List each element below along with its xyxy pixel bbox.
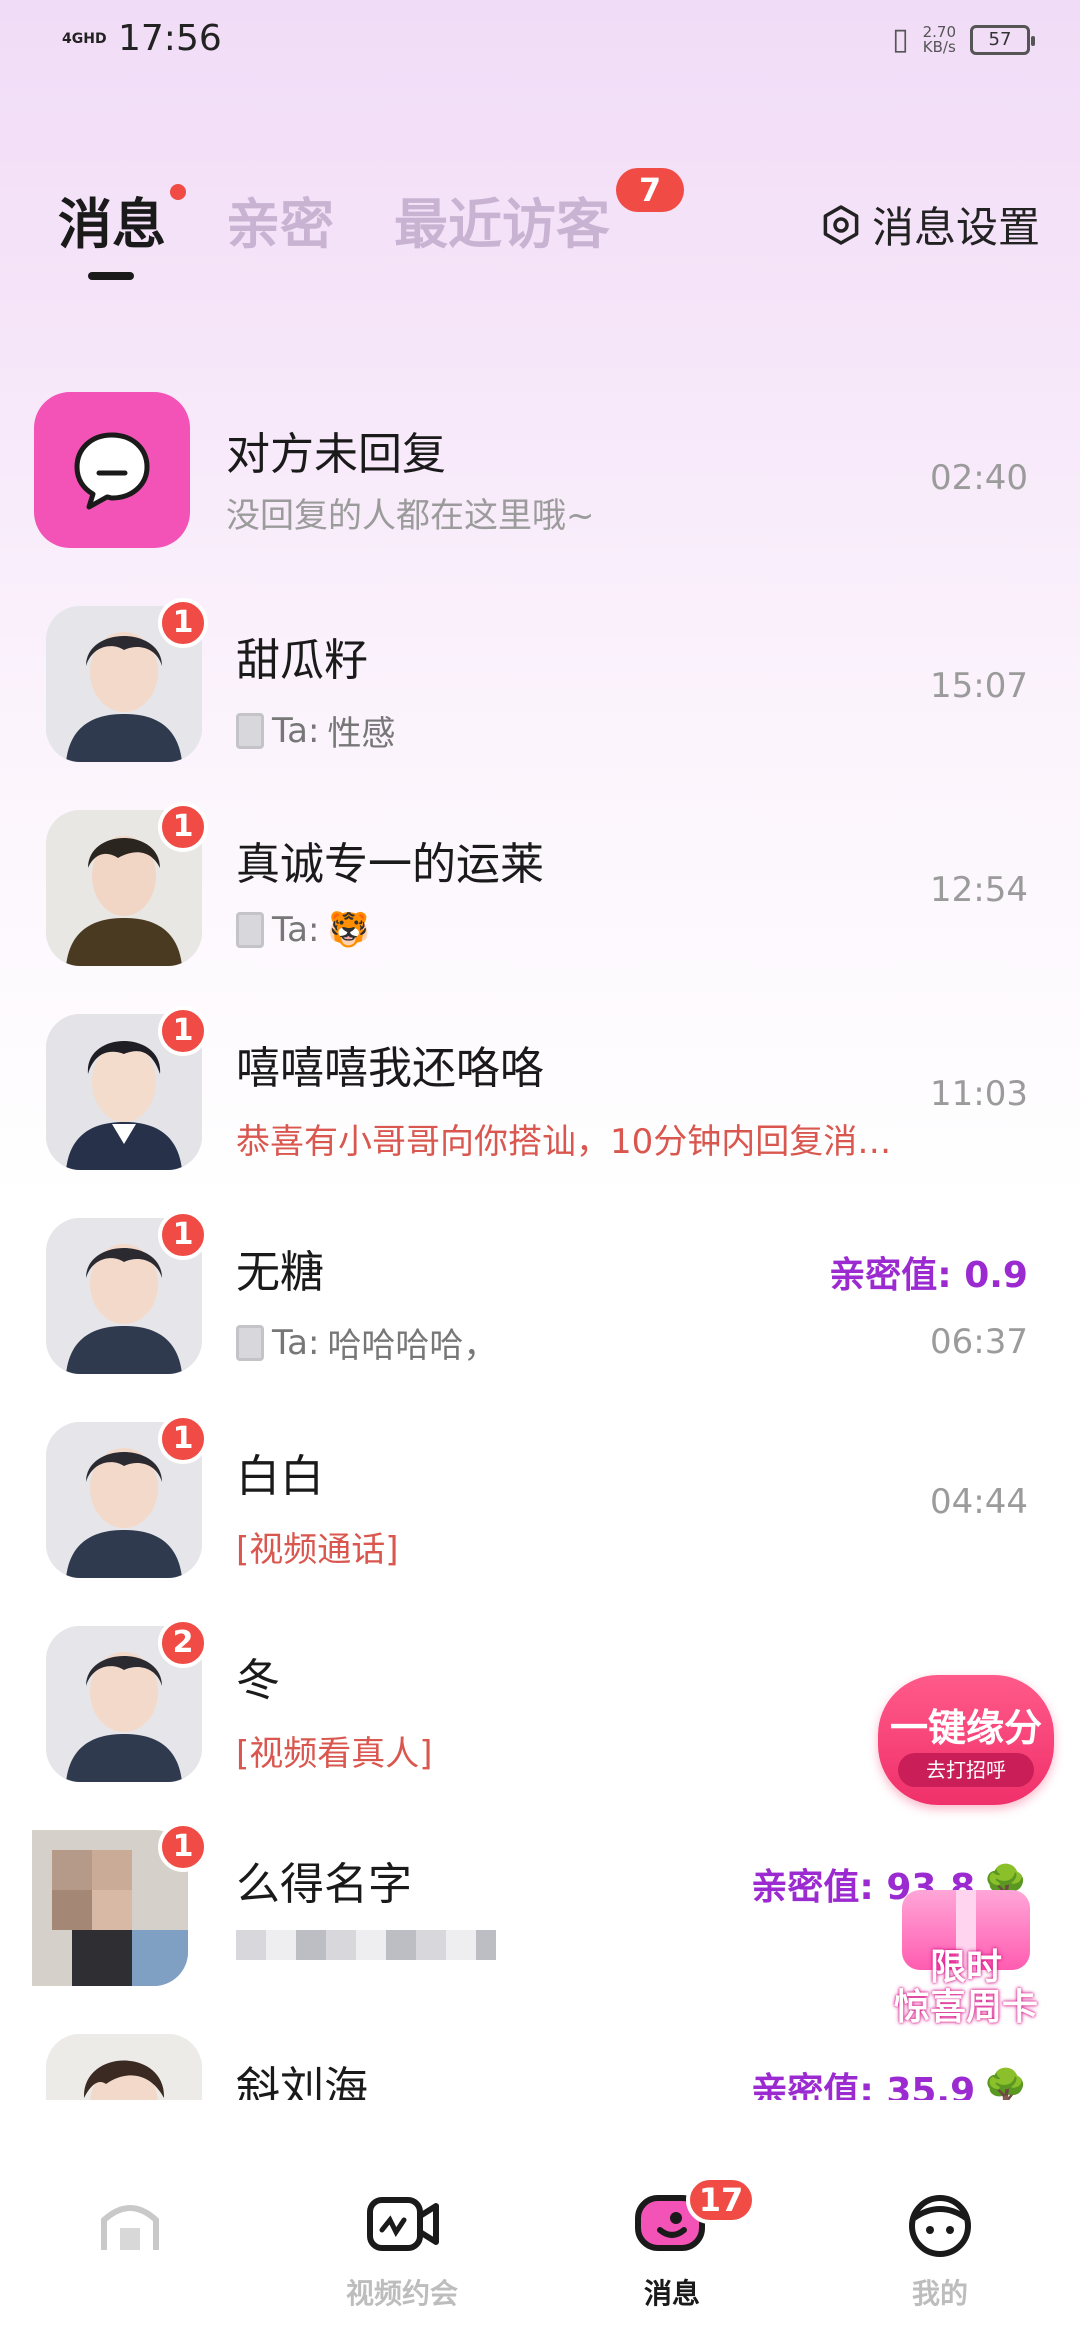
last-message: [视频通话] [236, 1522, 399, 1571]
message-text: 性感 [327, 714, 396, 754]
contact-name: 冬 [236, 1655, 280, 1706]
conversation-item[interactable]: 1 甜瓜籽 Ta: 性感 15:07 [0, 598, 1080, 810]
nav-messages[interactable]: 17 消息 [572, 2176, 772, 2312]
vibrate-icon: ▯ [892, 22, 909, 57]
network-indicator: 4GHD [62, 30, 107, 47]
message-type-icon [236, 712, 264, 749]
message-time: 11:03 [930, 1074, 1028, 1114]
video-icon [367, 2197, 439, 2251]
unread-badge: 1 [158, 802, 208, 852]
nav-profile-label: 我的 [911, 2277, 968, 2310]
intimacy-value: 亲密值: 0.9 [829, 1255, 1028, 1296]
tab-intimate[interactable]: 亲密 [226, 180, 334, 259]
last-message: Ta: 🐯 [236, 910, 370, 950]
message-text: [视频看真人] [236, 1734, 433, 1774]
network-speed: 2.70 KB/s [922, 24, 956, 56]
status-bar: 4GHD 17:56 ▯ 2.70 KB/s 57 [0, 0, 1080, 80]
chat-bubble-icon [34, 392, 190, 548]
unreplied-title: 对方未回复 [226, 429, 446, 480]
unreplied-row[interactable]: 对方未回复 没回复的人都在这里哦~ 02:40 [0, 392, 1080, 596]
conversation-item[interactable]: 1 真诚专一的运莱 Ta: 🐯 12:54 [0, 802, 1080, 1014]
settings-icon [823, 204, 859, 245]
unread-dot [170, 184, 186, 200]
tab-messages-label: 消息 [58, 193, 166, 256]
nav-home[interactable] [30, 2190, 230, 2272]
message-prefix: Ta: [272, 910, 320, 950]
message-settings-label: 消息设置 [871, 203, 1040, 252]
message-text: [视频通话] [236, 1530, 399, 1570]
last-message: Ta: 哈哈哈哈， [236, 1318, 497, 1367]
message-text: 哈哈哈哈， [327, 1326, 498, 1366]
unread-badge: 1 [158, 1006, 208, 1056]
nav-video-date-label: 视频约会 [345, 2277, 458, 2310]
unreplied-subtitle: 没回复的人都在这里哦~ [226, 496, 595, 536]
conversation-item[interactable]: 1 嘻嘻嘻我还咯咯 恭喜有小哥哥向你搭讪，10分钟内回复消… 11:03 [0, 1006, 1080, 1218]
contact-name: 嘻嘻嘻我还咯咯 [236, 1043, 544, 1094]
message-time: 12:54 [930, 870, 1028, 910]
tab-intimate-label: 亲密 [226, 193, 334, 256]
contact-name: 甜瓜籽 [236, 635, 368, 686]
contact-name: 斜刘海 [236, 2063, 368, 2100]
tree-icon: 🌳 [983, 2068, 1028, 2100]
conversation-list[interactable]: 对方未回复 没回复的人都在这里哦~ 02:40 1 甜瓜籽 Ta: 性感 15:… [0, 380, 1080, 2100]
message-prefix: Ta: [272, 1322, 320, 1363]
tab-recent-visitors[interactable]: 最近访客 7 [394, 168, 684, 259]
contact-name: 真诚专一的运莱 [236, 839, 544, 890]
message-prefix: Ta: [272, 710, 320, 751]
message-time: 15:07 [930, 666, 1028, 706]
message-time: 06:37 [930, 1322, 1028, 1362]
network-speed-unit: KB/s [922, 37, 956, 56]
clock: 17:56 [118, 18, 222, 59]
message-type-icon [236, 912, 264, 948]
home-icon [101, 2205, 159, 2250]
conversation-item[interactable]: 1 白白 [视频通话] 04:44 [0, 1414, 1080, 1626]
contact-name: 无糖 [236, 1247, 324, 1298]
last-message [236, 1930, 496, 1960]
last-message: 恭喜有小哥哥向你搭讪，10分钟内回复消… [236, 1114, 891, 1163]
message-text: 🐯 [327, 910, 370, 950]
visitors-count-badge: 7 [616, 168, 684, 212]
tab-recent-visitors-label: 最近访客 [394, 193, 610, 256]
one-click-label: 一键缘分 [889, 1706, 1042, 1750]
active-tab-indicator [88, 272, 134, 280]
message-settings-button[interactable]: 消息设置 [820, 194, 1040, 255]
unread-badge: 1 [158, 598, 208, 648]
profile-icon [909, 2195, 971, 2257]
intimacy-text: 亲密值: 35.9 [751, 2071, 976, 2100]
limited-time-text: 限时 [929, 1947, 1002, 1988]
bottom-navigation: 视频约会 17 消息 我的 [0, 2150, 1080, 2340]
greet-label: 去打招呼 [898, 1753, 1034, 1787]
tab-messages[interactable]: 消息 [58, 180, 186, 280]
unread-badge: 2 [158, 1618, 208, 1668]
contact-name: 白白 [236, 1451, 324, 1502]
nav-profile[interactable]: 我的 [840, 2190, 1040, 2312]
unread-badge: 1 [158, 1210, 208, 1260]
messages-count-badge: 17 [686, 2176, 756, 2224]
unreplied-time: 02:40 [930, 458, 1028, 498]
weekly-card-promo[interactable]: 限时 惊喜周卡 [878, 1890, 1054, 2050]
last-message: Ta: 性感 [236, 706, 395, 755]
avatar [46, 2034, 202, 2100]
conversation-item[interactable]: 1 无糖 Ta: 哈哈哈哈， 亲密值: 0.9 06:37 [0, 1210, 1080, 1422]
weekly-card-label: 限时 惊喜周卡 [878, 1948, 1054, 2028]
nav-video-date[interactable]: 视频约会 [302, 2190, 502, 2312]
message-time: 04:44 [930, 1482, 1028, 1522]
last-message: [视频看真人] [236, 1726, 433, 1775]
contact-name: 么得名字 [236, 1859, 412, 1910]
message-text: 恭喜有小哥哥向你搭讪，10分钟内回复消… [236, 1122, 892, 1162]
intimacy-value: 亲密值: 35.9 🌳 [751, 2062, 1028, 2100]
unread-badge: 1 [158, 1822, 208, 1872]
unread-badge: 1 [158, 1414, 208, 1464]
one-click-match-button[interactable]: 一键缘分 去打招呼 [878, 1675, 1054, 1825]
nav-messages-label: 消息 [643, 2277, 700, 2310]
blurred-message [236, 1930, 496, 1960]
message-type-icon [236, 1324, 264, 1361]
battery-icon: 57 [970, 24, 1035, 55]
top-tabs: 消息 亲密 最近访客 7 [58, 168, 684, 280]
weekly-card-text: 惊喜周卡 [893, 1987, 1038, 2028]
